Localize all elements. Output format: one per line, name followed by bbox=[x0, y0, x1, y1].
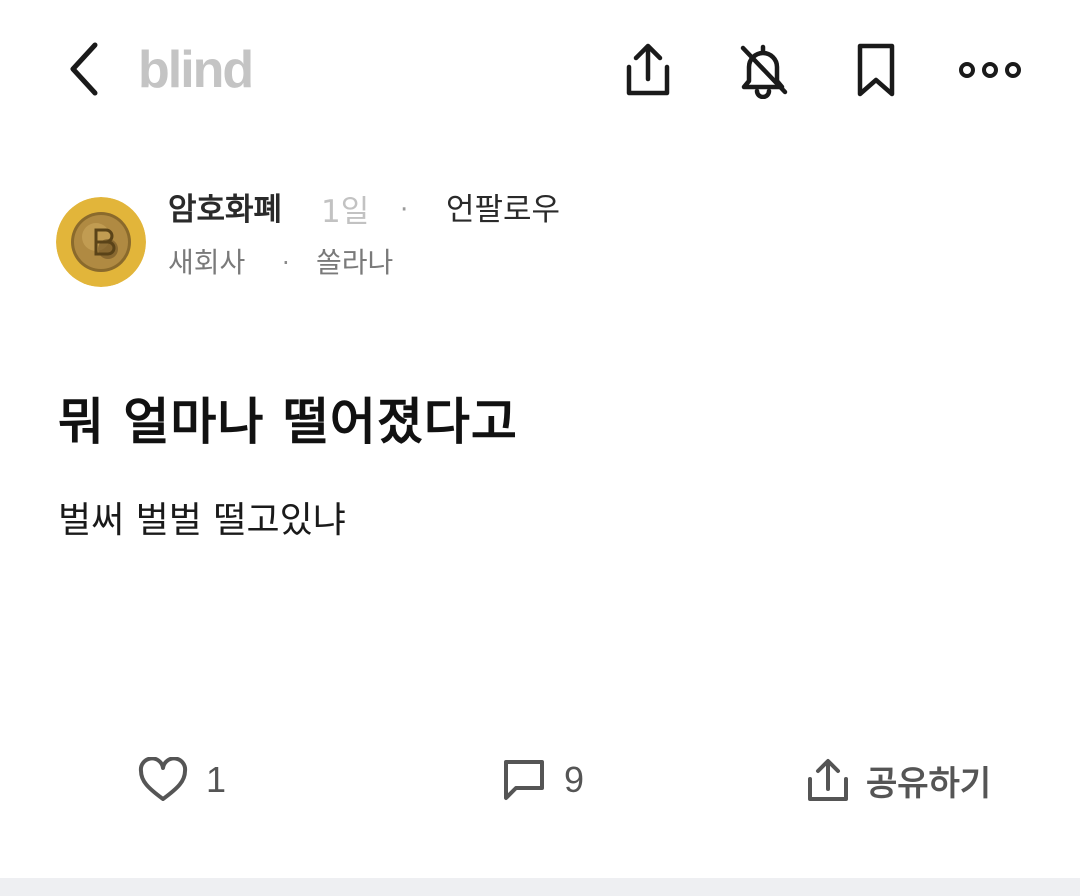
author-company[interactable]: 새회사 bbox=[168, 243, 245, 283]
company-separator: · bbox=[282, 249, 290, 277]
bookmark-button[interactable] bbox=[844, 38, 908, 102]
back-button[interactable] bbox=[56, 36, 112, 102]
author-nickname: 쏠라나 bbox=[316, 246, 394, 279]
bookmark-icon bbox=[857, 43, 895, 97]
meta-separator: · bbox=[400, 195, 409, 225]
comment-icon bbox=[504, 760, 544, 800]
like-count: 1 bbox=[206, 759, 227, 800]
share-label: 공유하기 bbox=[866, 763, 992, 804]
like-button[interactable]: 1 bbox=[138, 752, 226, 808]
bitcoin-coin-icon bbox=[56, 197, 146, 287]
share-button[interactable] bbox=[616, 38, 680, 102]
author-avatar[interactable] bbox=[56, 197, 146, 287]
unfollow-button[interactable]: 언팔로우 bbox=[446, 188, 560, 232]
comment-button[interactable]: 9 bbox=[502, 752, 584, 808]
post-detail-screen: blind 암호화폐 1일 · 언팔로우 새회사 · 쏠라나 뭐 얼마나 떨어졌… bbox=[0, 0, 1080, 896]
share-icon bbox=[808, 759, 848, 801]
notification-off-icon bbox=[740, 44, 788, 99]
post-time: 1일 bbox=[321, 194, 370, 230]
more-options-button[interactable] bbox=[958, 38, 1022, 102]
more-icon bbox=[959, 62, 1021, 78]
share-post-button[interactable]: 공유하기 bbox=[806, 752, 991, 808]
app-logo: blind bbox=[138, 41, 254, 99]
heart-icon bbox=[138, 757, 188, 801]
share-icon bbox=[626, 43, 670, 96]
comment-count: 9 bbox=[564, 759, 585, 800]
post-title: 뭐 얼마나 떨어졌다고 bbox=[58, 393, 518, 451]
author-name[interactable]: 암호화폐 bbox=[168, 188, 282, 232]
top-bar: blind bbox=[0, 0, 1080, 140]
post-body: 벌써 벌벌 떨고있냐 bbox=[58, 500, 346, 541]
notification-toggle-button[interactable] bbox=[731, 38, 795, 102]
back-icon bbox=[70, 42, 98, 96]
section-divider bbox=[0, 878, 1080, 896]
